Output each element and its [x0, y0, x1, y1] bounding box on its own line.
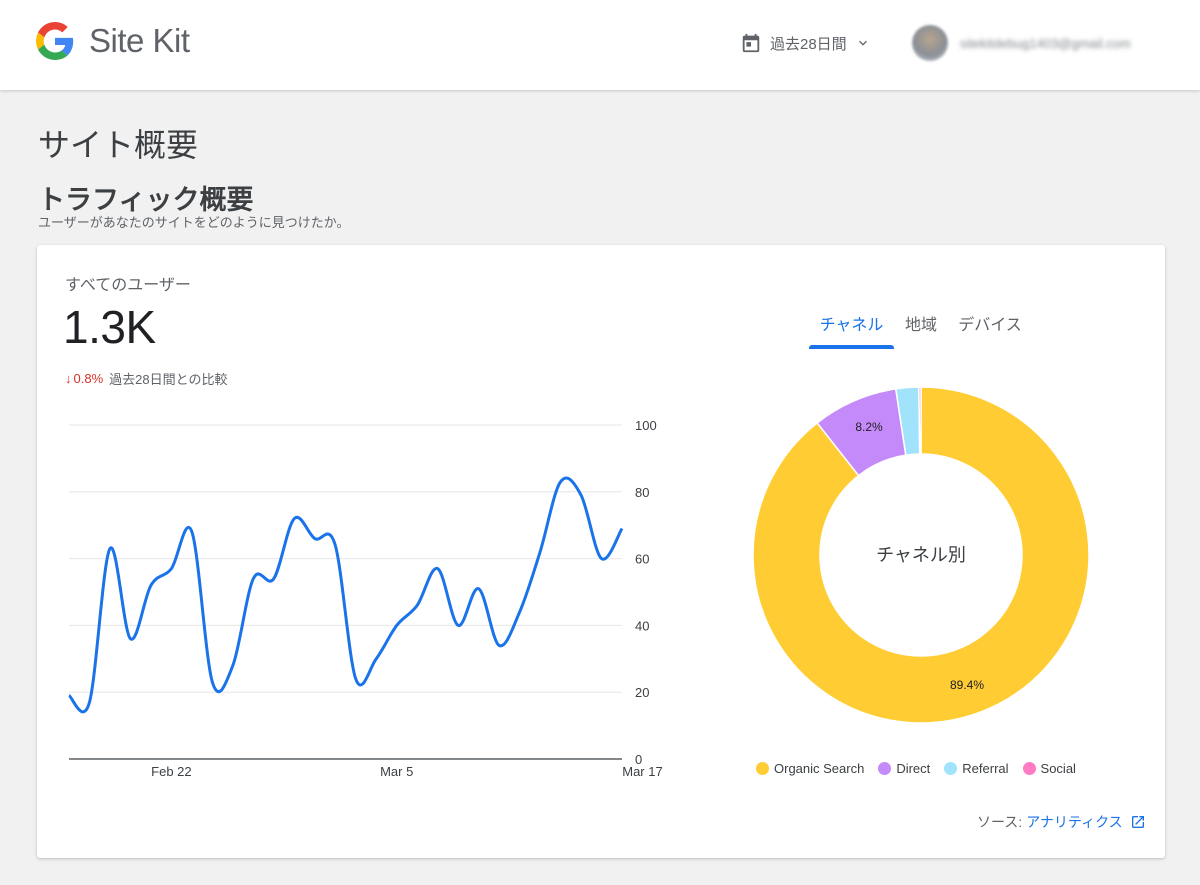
channel-donut-chart: 89.4% 8.2% チャネル別 — [741, 373, 1101, 733]
date-range-selector[interactable]: 過去28日間 — [740, 30, 871, 56]
legend-dot — [1023, 762, 1036, 775]
legend-dot — [756, 762, 769, 775]
chart-legend: Organic Search Direct Referral Social — [756, 761, 1076, 776]
avatar[interactable] — [912, 25, 948, 61]
x-tick-label: Feb 22 — [151, 764, 191, 779]
date-range-label: 過去28日間 — [770, 33, 847, 54]
legend-item-social[interactable]: Social — [1023, 761, 1076, 776]
page-title: サイト概要 — [38, 120, 198, 166]
analytics-link[interactable]: アナリティクス — [1026, 812, 1122, 832]
donut-data-label: 8.2% — [855, 420, 883, 434]
calendar-icon — [740, 32, 762, 54]
legend-label: Organic Search — [774, 761, 864, 776]
header: Site Kit 過去28日間 sitekitdebug1403@gmail.c… — [0, 0, 1200, 90]
y-tick-label: 100 — [635, 418, 657, 433]
y-tick-label: 60 — [635, 552, 649, 567]
legend-label: Referral — [962, 761, 1008, 776]
x-tick-label: Mar 5 — [380, 764, 413, 779]
users-line-chart: 020406080100Feb 22Mar 5Mar 17 — [37, 245, 687, 805]
tab-location[interactable]: 地域 — [901, 311, 941, 349]
y-tick-label: 20 — [635, 685, 649, 700]
legend-dot — [878, 762, 891, 775]
legend-dot — [944, 762, 957, 775]
tab-device[interactable]: デバイス — [957, 311, 1023, 349]
donut-center-title: チャネル別 — [876, 545, 966, 565]
account-menu[interactable]: sitekitdebug1403@gmail.com — [912, 24, 1131, 62]
users-series-line[interactable] — [69, 478, 622, 712]
x-tick-label: Mar 17 — [622, 764, 662, 779]
legend-item-organic-search[interactable]: Organic Search — [756, 761, 864, 776]
active-tab-indicator — [809, 345, 894, 349]
chevron-down-icon — [855, 35, 871, 51]
external-link-icon[interactable] — [1130, 814, 1146, 830]
legend-item-direct[interactable]: Direct — [878, 761, 930, 776]
section-subtitle: ユーザーがあなたのサイトをどのように見つけたか。 — [38, 212, 349, 231]
tab-channel[interactable]: チャネル — [809, 311, 894, 349]
source-label: ソース: — [977, 812, 1022, 832]
legend-label: Direct — [896, 761, 930, 776]
traffic-overview-card: すべてのユーザー 1.3K ↓ 0.8% 過去28日間との比較 02040608… — [37, 245, 1165, 858]
legend-label: Social — [1041, 761, 1076, 776]
y-tick-label: 80 — [635, 485, 649, 500]
account-email: sitekitdebug1403@gmail.com — [960, 36, 1131, 51]
dimension-tabs: チャネル 地域 デバイス — [809, 311, 1059, 351]
google-g-logo — [36, 22, 74, 60]
brand-name: Site Kit — [89, 22, 190, 60]
y-tick-label: 40 — [635, 618, 649, 633]
legend-item-referral[interactable]: Referral — [944, 761, 1008, 776]
data-source: ソース: アナリティクス — [977, 812, 1146, 832]
donut-slice-social[interactable] — [919, 387, 921, 454]
donut-data-label: 89.4% — [950, 678, 984, 692]
